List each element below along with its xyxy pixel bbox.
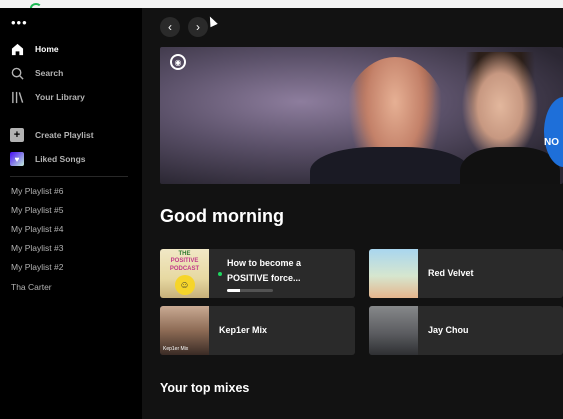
main-content: ‹ › NO ◉ Good morning THE POSITIVE PODCA… — [142, 8, 563, 419]
sidebar-playlist-item[interactable]: My Playlist #2 — [11, 262, 63, 272]
shortcut-card-jay-chou[interactable]: Jay Chou — [369, 306, 563, 355]
banner-image-jacket — [310, 147, 470, 184]
card-title: Red Velvet — [428, 268, 474, 278]
sidebar-divider — [10, 176, 128, 177]
promo-banner[interactable]: NO ◉ — [160, 47, 563, 184]
shortcut-card-kep1er-mix[interactable]: Kep1er Mix Kep1er Mix — [160, 306, 355, 355]
card-title: Kep1er Mix — [219, 325, 268, 335]
banner-badge-text: NO — [544, 137, 559, 148]
create-playlist-button[interactable]: + Create Playlist — [10, 125, 94, 145]
card-title-line: POSITIVE force... — [227, 272, 301, 283]
more-dots-icon[interactable]: ••• — [11, 16, 28, 29]
card-title-line: How to become a — [227, 257, 302, 268]
window-top-strip — [0, 0, 563, 13]
cover-text: PODCAST — [169, 266, 200, 272]
podcast-cover-image: THE POSITIVE PODCAST ☺ — [160, 249, 209, 298]
cover-text: Kep1er Mix — [163, 346, 189, 352]
sidebar-item-label: Your Library — [35, 92, 85, 102]
shortcut-card-podcast[interactable]: THE POSITIVE PODCAST ☺ How to become a P… — [160, 249, 355, 298]
liked-songs-label: Liked Songs — [35, 154, 86, 164]
podcast-icon: ◉ — [170, 54, 186, 70]
banner-image-jacket — [460, 147, 560, 184]
sidebar-item-label: Home — [35, 44, 59, 54]
sidebar-playlist-item[interactable]: My Playlist #5 — [11, 205, 63, 215]
podcast-info: How to become a POSITIVE force... — [222, 256, 301, 292]
cover-text: POSITIVE — [170, 258, 199, 264]
card-title: Jay Chou — [428, 325, 469, 335]
episode-progress-fill — [227, 288, 240, 292]
chevron-right-icon: › — [196, 20, 200, 34]
sidebar-item-library[interactable]: Your Library — [10, 87, 85, 107]
forward-button[interactable]: › — [188, 17, 208, 37]
chevron-left-icon: ‹ — [168, 20, 172, 34]
sidebar-item-label: Search — [35, 68, 64, 78]
sidebar-item-search[interactable]: Search — [10, 63, 63, 83]
album-cover-image — [369, 249, 418, 298]
sidebar-playlist-item[interactable]: My Playlist #6 — [11, 186, 63, 196]
episode-progress-bar — [227, 288, 273, 292]
home-icon — [10, 42, 24, 56]
sidebar: ••• Home Search Your Library + Create Pl… — [0, 8, 142, 419]
sidebar-playlist-item[interactable]: My Playlist #3 — [11, 243, 63, 253]
sidebar-item-home[interactable]: Home — [10, 39, 59, 59]
sidebar-playlist-item[interactable]: Tha Carter — [11, 282, 52, 292]
library-icon — [10, 90, 24, 104]
shortcut-card-red-velvet[interactable]: Red Velvet — [369, 249, 563, 298]
greeting-heading: Good morning — [160, 206, 284, 226]
section-title-top-mixes: Your top mixes — [160, 381, 250, 395]
plus-icon: + — [10, 128, 24, 142]
back-button[interactable]: ‹ — [160, 17, 180, 37]
liked-songs-button[interactable]: ♥ Liked Songs — [10, 149, 86, 169]
artist-cover-image — [369, 306, 418, 355]
smiley-icon: ☺ — [174, 275, 195, 295]
sidebar-playlist-item[interactable]: My Playlist #4 — [11, 224, 63, 234]
heart-icon: ♥ — [10, 152, 24, 166]
search-icon — [10, 66, 24, 80]
create-playlist-label: Create Playlist — [35, 130, 94, 140]
mix-cover-image: Kep1er Mix — [160, 306, 209, 355]
